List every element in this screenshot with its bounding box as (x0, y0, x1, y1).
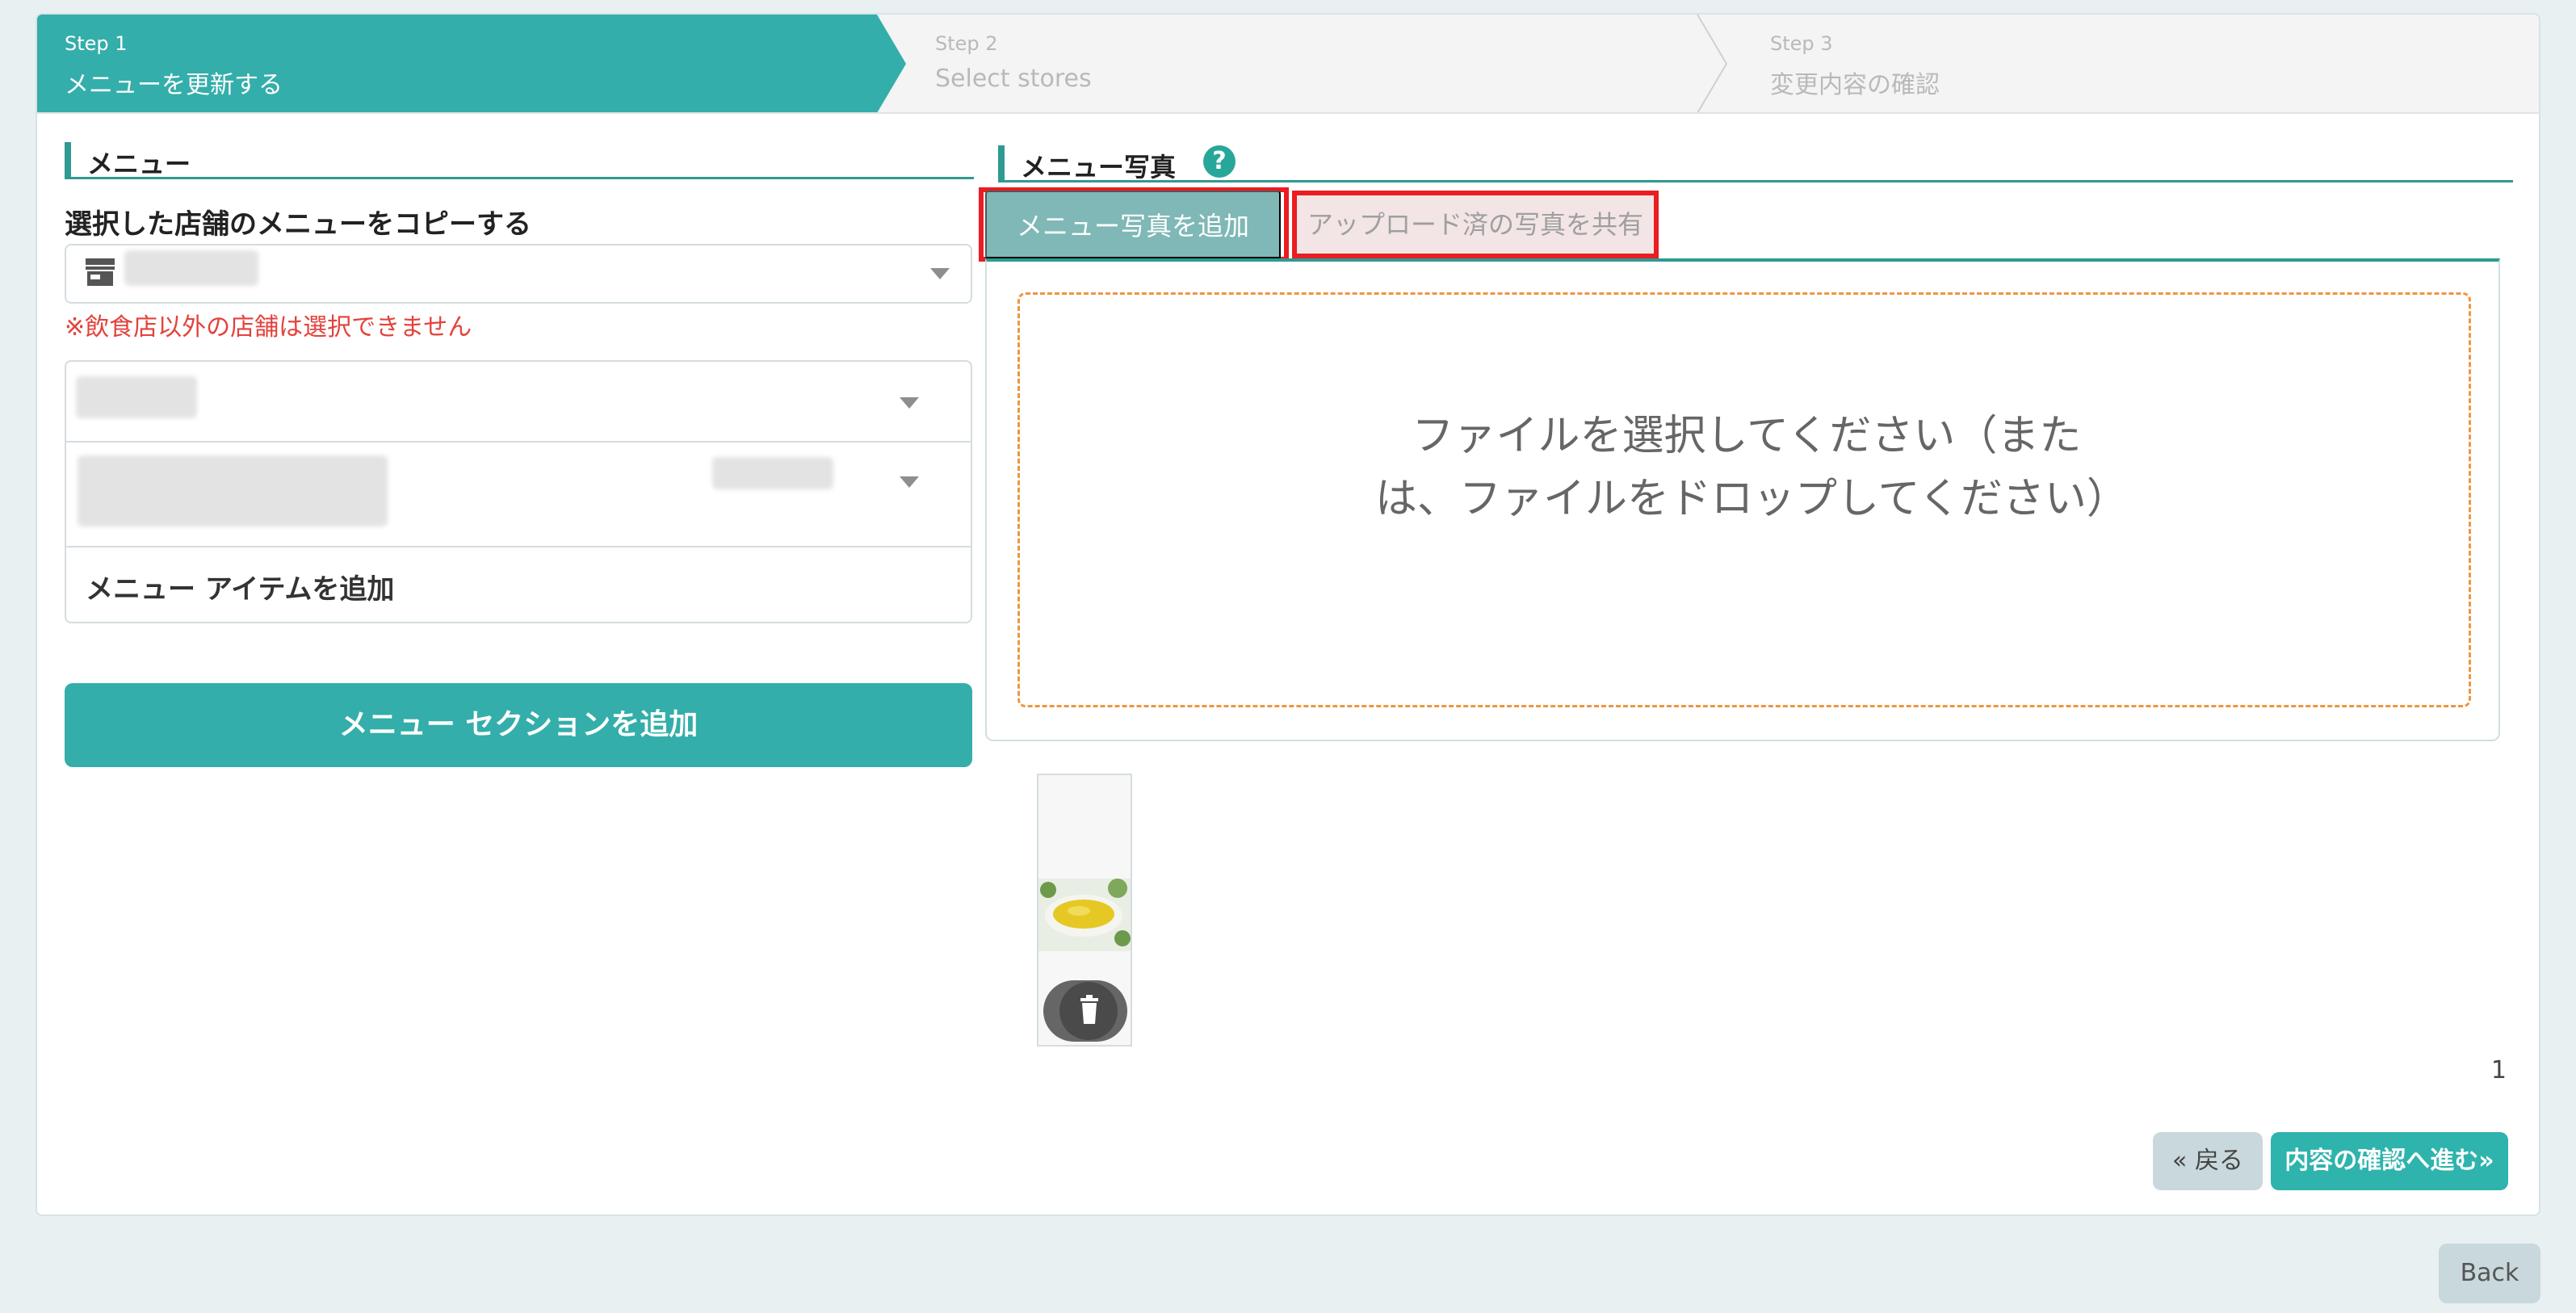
step-2-title: Select stores (935, 65, 1092, 93)
step-2: Step 2 Select stores (935, 32, 1092, 93)
store-select[interactable] (65, 244, 972, 304)
add-menu-item-link[interactable]: メニュー アイテムを追加 (86, 567, 394, 606)
step-1-number: Step 1 (65, 32, 128, 55)
chevron-down-icon (930, 268, 950, 279)
photos-section-header: メニュー写真 ? (998, 145, 2513, 182)
menu-item-row[interactable] (66, 443, 971, 547)
menu-section-header: メニュー (65, 142, 974, 179)
tab-share-uploaded-photos[interactable]: アップロード済の写真を共有 (1292, 191, 1659, 258)
menu-list: メニュー アイテムを追加 (65, 360, 972, 623)
help-icon[interactable]: ? (1203, 145, 1236, 178)
stepper-shapes (37, 15, 2539, 114)
photos-section-title: メニュー写真 (1021, 152, 1177, 182)
next-confirm-button[interactable]: 内容の確認へ進む» (2271, 1132, 2508, 1190)
step-2-number: Step 2 (935, 32, 998, 55)
step-1: Step 1 メニューを更新する (65, 32, 283, 100)
photo-upload-panel: ファイルを選択してください（または、ファイルをドロップしてください） (985, 258, 2500, 741)
dropzone-text: ファイルを選択してください（または、ファイルをドロップしてください） (1375, 412, 2129, 523)
section-name-redacted (76, 376, 197, 418)
store-icon (86, 258, 115, 286)
delete-photo-button[interactable] (1043, 980, 1127, 1042)
chevron-down-icon[interactable] (900, 397, 919, 409)
pagination-page[interactable]: 1 (2491, 1056, 2507, 1084)
soup-photo (1038, 879, 1131, 951)
step-1-title: メニューを更新する (65, 71, 283, 99)
step-3-number: Step 3 (1770, 32, 1833, 55)
store-warning: ※飲食店以外の店舗は選択できません (65, 313, 472, 342)
menu-section-row[interactable] (66, 362, 971, 443)
section-accent-bar (65, 142, 71, 178)
tab-add-menu-photo[interactable]: メニュー写真を追加 (985, 191, 1281, 258)
item-price-redacted (712, 457, 833, 489)
back-step-button[interactable]: « 戻る (2153, 1132, 2263, 1190)
page-back-button[interactable]: Back (2439, 1244, 2540, 1303)
add-menu-section-button[interactable]: メニュー セクションを追加 (65, 683, 972, 767)
step-3-title: 変更内容の確認 (1770, 71, 1940, 99)
step-3: Step 3 変更内容の確認 (1770, 32, 1940, 100)
menu-section-title: メニュー (87, 149, 191, 179)
section-accent-bar (998, 145, 1005, 181)
file-dropzone[interactable]: ファイルを選択してください（または、ファイルをドロップしてください） (1017, 292, 2471, 707)
photo-thumbnail[interactable] (1037, 774, 1132, 1047)
trash-icon (1059, 982, 1118, 1040)
copy-menu-label: 選択した店舗のメニューをコピーする (65, 208, 531, 241)
store-name-redacted (124, 250, 258, 286)
item-name-redacted (78, 455, 388, 526)
main-card: Step 1 メニューを更新する Step 2 Select stores St… (36, 13, 2540, 1216)
chevron-down-icon[interactable] (900, 476, 919, 488)
stepper: Step 1 メニューを更新する Step 2 Select stores St… (37, 15, 2539, 115)
